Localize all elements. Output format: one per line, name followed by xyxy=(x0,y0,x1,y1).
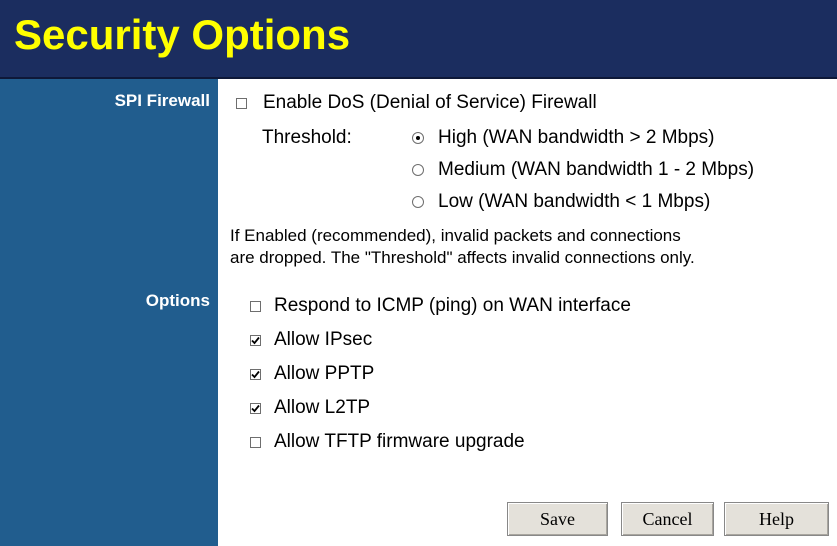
page-title: Security Options xyxy=(14,11,351,58)
firewall-note-line-2: are dropped. The "Threshold" affects inv… xyxy=(230,248,695,267)
save-button[interactable]: Save xyxy=(507,502,608,536)
threshold-medium-label: Medium (WAN bandwidth 1 - 2 Mbps) xyxy=(438,159,755,180)
allow-ipsec-label: Allow IPsec xyxy=(274,329,373,350)
allow-pptp-checkbox[interactable] xyxy=(250,369,261,380)
cancel-button[interactable]: Cancel xyxy=(621,502,714,536)
allow-tftp-checkbox[interactable] xyxy=(250,437,261,448)
spi-firewall-section-label: SPI Firewall xyxy=(114,91,210,110)
threshold-label: Threshold: xyxy=(262,127,352,148)
firewall-note: If Enabled (recommended), invalid packet… xyxy=(230,225,830,269)
allow-l2tp-checkbox[interactable] xyxy=(250,403,261,414)
enable-dos-label: Enable DoS (Denial of Service) Firewall xyxy=(263,92,597,113)
enable-dos-checkbox[interactable] xyxy=(236,98,247,109)
threshold-medium-radio[interactable] xyxy=(412,164,424,176)
threshold-low-label: Low (WAN bandwidth < 1 Mbps) xyxy=(438,191,711,212)
firewall-note-line-1: If Enabled (recommended), invalid packet… xyxy=(230,226,681,245)
respond-icmp-label: Respond to ICMP (ping) on WAN interface xyxy=(274,295,631,316)
allow-pptp-label: Allow PPTP xyxy=(274,363,375,384)
checkmark-icon xyxy=(251,404,260,413)
checkmark-icon xyxy=(251,370,260,379)
allow-ipsec-checkbox[interactable] xyxy=(250,335,261,346)
options-section-label: Options xyxy=(145,291,210,310)
sidebar: SPI Firewall Options xyxy=(0,79,218,546)
checkmark-icon xyxy=(251,336,260,345)
threshold-high-label: High (WAN bandwidth > 2 Mbps) xyxy=(438,127,715,148)
threshold-high-radio[interactable] xyxy=(412,132,424,144)
respond-icmp-checkbox[interactable] xyxy=(250,301,261,312)
main-content: Enable DoS (Denial of Service) Firewall … xyxy=(218,79,837,546)
threshold-low-radio[interactable] xyxy=(412,196,424,208)
help-button[interactable]: Help xyxy=(724,502,829,536)
page-header: Security Options xyxy=(0,0,837,79)
allow-tftp-label: Allow TFTP firmware upgrade xyxy=(274,431,525,452)
security-options-page: Security Options SPI Firewall Options En… xyxy=(0,0,837,546)
allow-l2tp-label: Allow L2TP xyxy=(274,397,371,418)
